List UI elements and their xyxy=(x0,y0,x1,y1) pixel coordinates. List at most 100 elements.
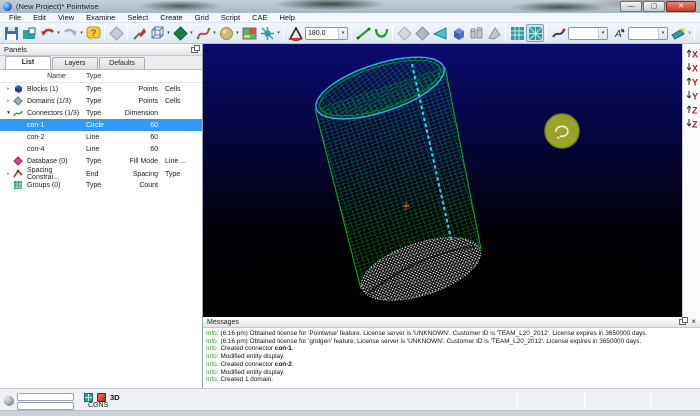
status-input-2[interactable] xyxy=(17,402,74,410)
expander-icon[interactable]: ▸ xyxy=(4,98,13,104)
window-title: (New Project)* Pointwise xyxy=(16,2,99,11)
spacing-combo[interactable]: ▾ xyxy=(628,27,668,40)
maximize-button[interactable]: ▢ xyxy=(643,1,665,12)
toolbar-overflow-1-icon[interactable]: » xyxy=(687,30,692,36)
menu-grid[interactable]: Grid xyxy=(189,13,215,22)
messages-log[interactable]: Info:(6:16 pm) Obtained license for 'Poi… xyxy=(203,328,700,386)
angle-tool-button[interactable] xyxy=(286,24,304,42)
tree-row-con-2[interactable]: con-2 Line 60 xyxy=(0,131,202,143)
block-tool-button[interactable] xyxy=(148,24,166,42)
svg-text:Z: Z xyxy=(692,105,698,115)
panels-header: Panels xyxy=(0,44,202,56)
database-tool-button[interactable] xyxy=(217,24,235,42)
messages-float-icon[interactable] xyxy=(679,319,686,325)
tree-row-database[interactable]: Database (0) Type Fill Mode Line ... xyxy=(0,155,202,167)
tree-row-groups[interactable]: Groups (0) Type Count xyxy=(0,179,202,191)
title-bar: (New Project)* Pointwise — ▢ ✕ xyxy=(0,0,700,13)
connector-tool-button[interactable] xyxy=(194,24,212,42)
tree-row-blocks[interactable]: ▸ Blocks (1) Type Points Cells xyxy=(0,83,202,95)
pointwise-window: (New Project)* Pointwise — ▢ ✕ File Edit… xyxy=(0,0,700,416)
status-separator xyxy=(584,392,585,408)
view-minus-z-button[interactable]: Z xyxy=(684,116,699,129)
app-logo-icon xyxy=(3,2,12,11)
menu-examine[interactable]: Examine xyxy=(80,13,121,22)
wedge-cyan-button[interactable] xyxy=(431,24,449,42)
dimension-combo-arrow-icon[interactable]: ▾ xyxy=(598,28,607,39)
expander-icon[interactable]: ▸ xyxy=(4,86,13,92)
status-separator xyxy=(650,392,651,408)
dimension-mode-label: 3D xyxy=(110,393,120,402)
spacing-constraint-icon xyxy=(13,169,23,179)
menu-file[interactable]: File xyxy=(3,13,27,22)
panels-panel: Panels List Layers Defaults Name Type ▸ … xyxy=(0,44,203,388)
tab-layers[interactable]: Layers xyxy=(52,57,98,69)
menu-script[interactable]: Script xyxy=(215,13,246,22)
view-plus-x-button[interactable]: X xyxy=(684,46,699,59)
messages-close-icon[interactable]: × xyxy=(691,318,696,326)
column-name: Name xyxy=(27,73,86,80)
tree-row-spacing-constraints[interactable]: ▸ Spacing Constrai... End Spacing Type xyxy=(0,167,202,179)
curve-tool-button[interactable] xyxy=(372,24,390,42)
tree-row-con-4[interactable]: con-4 Line 60 xyxy=(0,143,202,155)
image-button[interactable] xyxy=(240,24,258,42)
panels-float-icon[interactable] xyxy=(191,47,198,53)
save-button[interactable] xyxy=(2,24,20,42)
svg-text:Z: Z xyxy=(692,119,698,129)
open-button[interactable] xyxy=(20,24,38,42)
menu-view[interactable]: View xyxy=(52,13,80,22)
menu-create[interactable]: Create xyxy=(154,13,189,22)
help-button[interactable]: ? xyxy=(84,24,102,42)
tree-header-row: Name Type xyxy=(0,70,202,83)
spacing-tool-button[interactable]: A xyxy=(609,24,627,42)
domain-tool-button[interactable] xyxy=(171,24,189,42)
rotation-cursor xyxy=(545,114,579,148)
surface-diamond-light-button[interactable] xyxy=(395,24,413,42)
dimension-tool-button[interactable] xyxy=(549,24,567,42)
status-input-1[interactable] xyxy=(17,393,74,401)
view-plus-y-button[interactable]: Y xyxy=(684,74,699,87)
angle-combo[interactable]: 180.0 ▾ xyxy=(305,27,348,40)
expander-open-icon[interactable]: ▾ xyxy=(4,110,13,116)
svg-text:Y: Y xyxy=(692,91,698,101)
angle-combo-arrow-icon[interactable]: ▾ xyxy=(338,28,347,39)
svg-text:X: X xyxy=(692,49,698,59)
examine-button[interactable] xyxy=(130,24,148,42)
tree-row-connectors[interactable]: ▾ Connectors (1/3) Type Dimension xyxy=(0,107,202,119)
menu-help[interactable]: Help xyxy=(273,13,300,22)
tab-list[interactable]: List xyxy=(5,56,51,69)
log-line: Info:(6:16 pm) Obtained license for 'Poi… xyxy=(206,330,697,338)
menu-select[interactable]: Select xyxy=(121,13,154,22)
minimize-button[interactable]: — xyxy=(620,1,642,12)
wedge-grey-button[interactable] xyxy=(485,24,503,42)
unstructured-grid-button[interactable] xyxy=(526,24,544,42)
solid-cube-button[interactable] xyxy=(449,24,467,42)
menu-cae[interactable]: CAE xyxy=(246,13,273,22)
close-button[interactable]: ✕ xyxy=(666,1,696,12)
status-sphere-icon xyxy=(4,396,14,406)
tree-row-domains[interactable]: ▸ Domains (1/3) Type Points Cells xyxy=(0,95,202,107)
svg-text:A: A xyxy=(614,29,622,40)
spider-tool-button[interactable] xyxy=(258,24,276,42)
tree-row-con-1[interactable]: con-1 Circle 60 xyxy=(0,119,202,131)
expander-icon[interactable]: ▸ xyxy=(4,171,13,177)
view-plus-z-button[interactable]: Z xyxy=(684,102,699,115)
spacing-combo-arrow-icon[interactable]: ▾ xyxy=(658,28,667,39)
cylinders-grey-button[interactable] xyxy=(467,24,485,42)
mask-diamond-button[interactable] xyxy=(107,24,125,42)
structured-grid-button[interactable] xyxy=(508,24,526,42)
two-point-line-button[interactable] xyxy=(354,24,372,42)
bottom-edge-strip xyxy=(0,410,700,416)
tab-defaults[interactable]: Defaults xyxy=(99,57,145,69)
surface-diamond-dark-button[interactable] xyxy=(413,24,431,42)
menu-edit[interactable]: Edit xyxy=(27,13,52,22)
log-line: Info:(6:16 pm) Obtained license for 'gri… xyxy=(206,338,697,346)
log-line: Info:Created connector con-1. xyxy=(206,345,697,353)
spider-tool-dropdown-icon[interactable]: ▾ xyxy=(276,30,281,36)
display-viewport[interactable] xyxy=(203,44,682,317)
view-minus-x-button[interactable]: X xyxy=(684,60,699,73)
redo-button[interactable] xyxy=(61,24,79,42)
dimension-combo[interactable]: ▾ xyxy=(568,27,608,40)
undo-button[interactable] xyxy=(38,24,56,42)
solve-tool-button[interactable] xyxy=(669,24,687,42)
view-minus-y-button[interactable]: Y xyxy=(684,88,699,101)
